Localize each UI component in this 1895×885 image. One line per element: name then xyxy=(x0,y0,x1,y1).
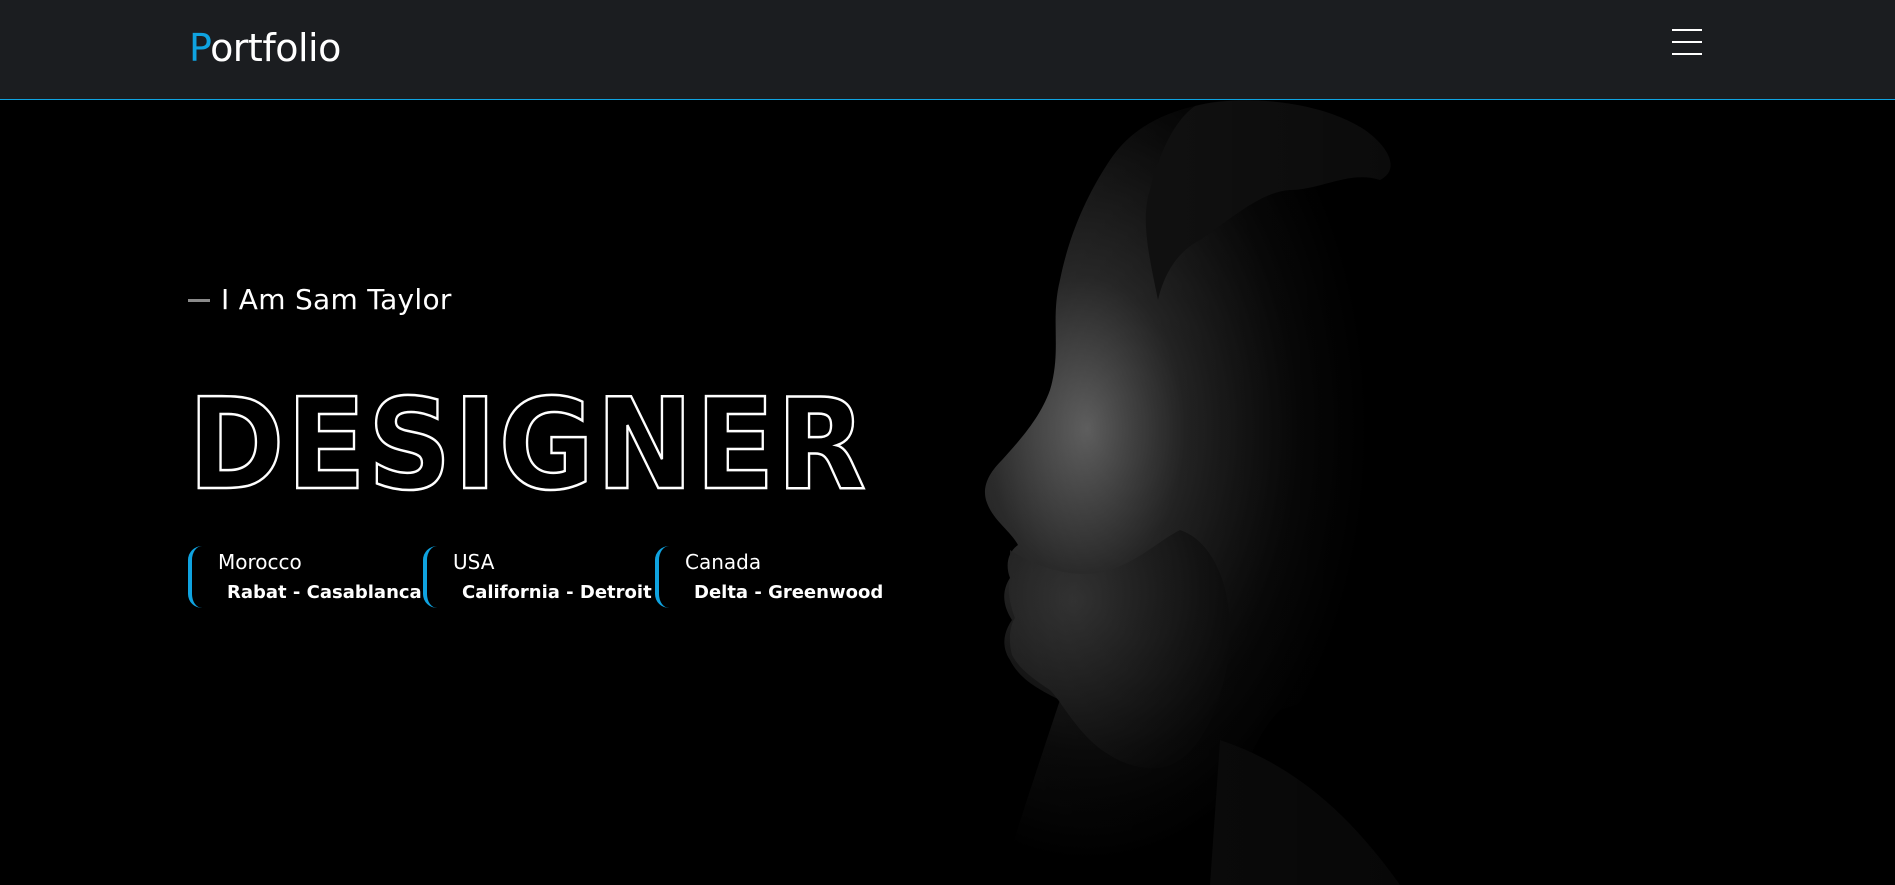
intro-dash xyxy=(188,298,210,302)
location-country: Canada xyxy=(685,550,762,574)
navbar: Portfolio xyxy=(0,0,1895,100)
hamburger-menu-icon[interactable] xyxy=(1672,28,1702,56)
location-canada: Canada Delta - Greenwood xyxy=(655,546,883,610)
location-bracket xyxy=(423,546,437,608)
location-country: USA xyxy=(453,550,495,574)
menu-line-middle xyxy=(1672,41,1702,43)
location-morocco: Morocco Rabat - Casablanca xyxy=(188,546,422,610)
intro-line: I Am Sam Taylor xyxy=(188,282,452,318)
location-cities: Delta - Greenwood xyxy=(694,582,884,603)
location-bracket xyxy=(188,546,202,608)
logo-initial: P xyxy=(189,26,211,70)
intro-text: I Am Sam Taylor xyxy=(221,283,452,316)
location-country: Morocco xyxy=(218,550,302,574)
logo-text: ortfolio xyxy=(210,26,341,70)
portrait-image xyxy=(980,100,1895,885)
location-cities: California - Detroit xyxy=(462,582,652,603)
menu-line-bottom xyxy=(1672,53,1702,55)
location-bracket xyxy=(655,546,669,608)
role-title: DESIGNER xyxy=(187,370,868,520)
menu-line-top xyxy=(1672,29,1702,31)
location-usa: USA California - Detroit xyxy=(423,546,652,610)
hero-section: I Am Sam Taylor DESIGNER Morocco Rabat -… xyxy=(0,100,1895,885)
logo[interactable]: Portfolio xyxy=(189,24,341,72)
role-title-text: DESIGNER xyxy=(188,371,868,518)
location-cities: Rabat - Casablanca xyxy=(227,582,422,603)
